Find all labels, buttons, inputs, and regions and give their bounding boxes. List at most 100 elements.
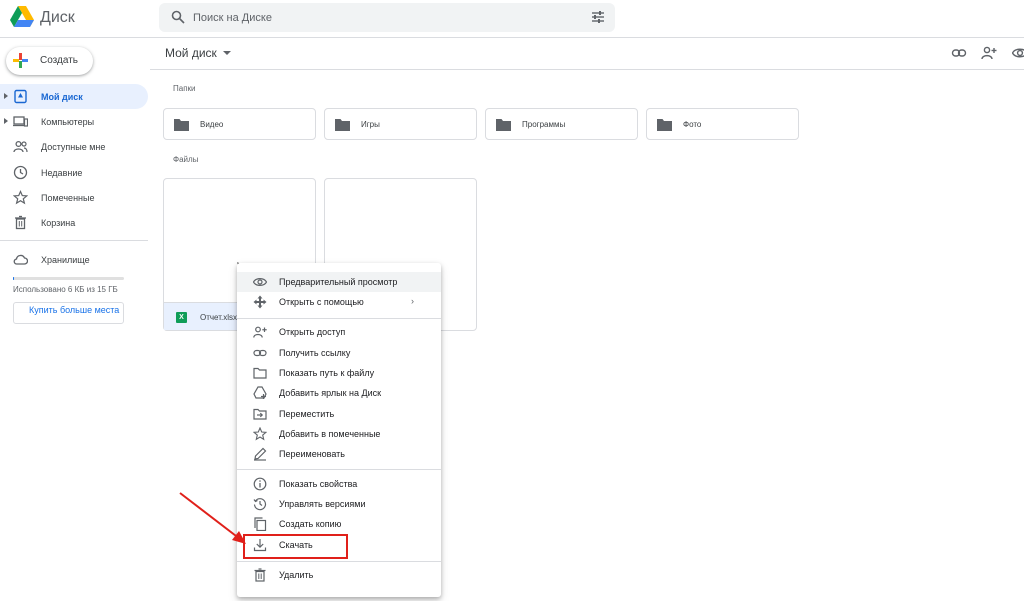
main-toolbar: Мой диск — [150, 38, 1024, 70]
star-icon — [13, 189, 28, 205]
menu-item-open-with[interactable]: Открыть с помощью › — [237, 292, 441, 312]
info-icon — [253, 477, 267, 491]
edit-icon — [254, 447, 267, 461]
menu-item-add-starred[interactable]: Добавить в помеченные — [237, 424, 441, 444]
menu-item-get-link[interactable]: Получить ссылку — [237, 343, 441, 363]
sidebar-item-recent[interactable]: Недавние — [0, 160, 148, 185]
menu-item-versions[interactable]: Управлять версиями — [237, 494, 441, 514]
menu-item-show-location[interactable]: Показать путь к файлу — [237, 363, 441, 383]
folder-card[interactable]: Игры — [324, 108, 477, 140]
chevron-right-icon: › — [411, 296, 414, 306]
menu-divider — [237, 561, 441, 562]
spreadsheet-icon: X — [176, 312, 187, 323]
folder-name: Видео — [200, 120, 224, 129]
app-title: Диск — [40, 9, 75, 26]
search-bar[interactable] — [159, 3, 615, 32]
computers-icon — [13, 116, 28, 127]
copy-icon — [254, 517, 267, 531]
sidebar-item-trash[interactable]: Корзина — [0, 210, 148, 235]
storage-progress-bar — [13, 277, 124, 280]
buy-storage-button[interactable]: Купить больше места — [13, 302, 124, 324]
eye-icon — [253, 278, 267, 286]
folder-icon — [657, 119, 672, 131]
sidebar-item-computers[interactable]: Компьютеры — [0, 109, 148, 134]
sidebar-item-label: Мой диск — [41, 92, 83, 102]
storage-progress-fill — [13, 277, 14, 280]
folder-card[interactable]: Фото — [646, 108, 799, 140]
move-icon — [253, 408, 267, 420]
storage-label: Хранилище — [41, 255, 90, 265]
annotation-arrow-icon — [179, 492, 246, 544]
menu-item-label: Открыть с помощью — [279, 297, 364, 307]
clock-icon — [13, 165, 28, 179]
trash-icon — [15, 215, 26, 230]
sidebar-item-label: Помеченные — [41, 192, 95, 203]
cloud-icon — [13, 254, 28, 265]
drive-logo-icon[interactable] — [10, 6, 34, 28]
eye-icon[interactable] — [1012, 45, 1024, 61]
sidebar-divider — [0, 240, 148, 241]
sidebar-item-shared[interactable]: Доступные мне — [0, 134, 148, 159]
menu-item-label: Удалить — [279, 570, 314, 580]
menu-item-label: Получить ссылку — [279, 348, 351, 358]
menu-item-rename[interactable]: Переименовать — [237, 444, 441, 464]
expand-caret-icon[interactable] — [4, 93, 8, 99]
breadcrumb[interactable]: Мой диск — [165, 46, 217, 60]
menu-item-label: Предварительный просмотр — [279, 277, 398, 287]
menu-item-label: Управлять версиями — [279, 499, 366, 509]
folder-icon — [496, 119, 511, 131]
folder-name: Фото — [683, 120, 702, 129]
menu-item-label: Добавить ярлык на Диск — [279, 388, 382, 398]
menu-item-share[interactable]: Открыть доступ — [237, 322, 441, 342]
person-add-icon[interactable] — [981, 45, 997, 61]
shared-icon — [13, 141, 28, 153]
folder-name: Программы — [522, 120, 566, 129]
menu-item-preview[interactable]: Предварительный просмотр — [237, 272, 441, 292]
folder-card[interactable]: Видео — [163, 108, 316, 140]
create-label: Создать — [40, 55, 79, 66]
search-icon[interactable] — [171, 10, 185, 24]
menu-item-delete[interactable]: Удалить — [237, 565, 441, 585]
menu-divider — [237, 318, 441, 319]
menu-item-add-shortcut[interactable]: Добавить ярлык на Диск — [237, 383, 441, 403]
sidebar-item-label: Доступные мне — [41, 142, 106, 153]
folders-section-label: Папки — [173, 84, 196, 93]
download-highlight-box — [243, 534, 348, 559]
folder-icon — [335, 119, 350, 131]
menu-item-label: Создать копию — [279, 519, 342, 529]
menu-item-copy[interactable]: Создать копию — [237, 514, 441, 534]
search-input[interactable] — [193, 3, 573, 32]
history-icon — [253, 498, 267, 511]
sidebar-item-my-drive[interactable]: Мой диск — [0, 84, 148, 110]
menu-item-move[interactable]: Переместить — [237, 404, 441, 424]
folder-card[interactable]: Программы — [485, 108, 638, 140]
open-with-icon — [253, 295, 267, 309]
menu-item-label: Переименовать — [279, 449, 345, 459]
menu-item-details[interactable]: Показать свойства — [237, 474, 441, 494]
menu-item-label: Показать путь к файлу — [279, 368, 375, 378]
files-section-label: Файлы — [173, 155, 199, 164]
person-add-icon — [253, 326, 267, 338]
sidebar-item-storage[interactable]: Хранилище — [0, 250, 148, 270]
plus-icon — [13, 53, 28, 68]
trash-icon — [254, 568, 266, 582]
folder-name: Игры — [361, 120, 380, 129]
expand-caret-icon[interactable] — [4, 118, 8, 125]
folder-icon — [174, 119, 189, 131]
chevron-down-icon[interactable] — [223, 51, 231, 55]
menu-item-label: Открыть доступ — [279, 327, 346, 337]
link-icon — [253, 349, 267, 357]
link-icon[interactable] — [951, 45, 967, 61]
menu-item-label: Добавить в помеченные — [279, 429, 381, 439]
tune-icon[interactable] — [591, 10, 605, 24]
my-drive-icon — [14, 89, 27, 104]
folder-outline-icon — [253, 367, 267, 379]
storage-usage-text: Использовано 6 КБ из 15 ГБ — [13, 285, 118, 294]
sidebar-item-label: Недавние — [41, 167, 83, 178]
file-name: Отчет.xlsx — [200, 313, 238, 322]
create-button[interactable]: Создать — [6, 47, 93, 75]
sidebar-item-starred[interactable]: Помеченные — [0, 185, 148, 210]
sidebar-item-label: Компьютеры — [41, 117, 95, 128]
top-bar: Диск — [0, 0, 1024, 38]
add-shortcut-icon — [253, 386, 267, 399]
